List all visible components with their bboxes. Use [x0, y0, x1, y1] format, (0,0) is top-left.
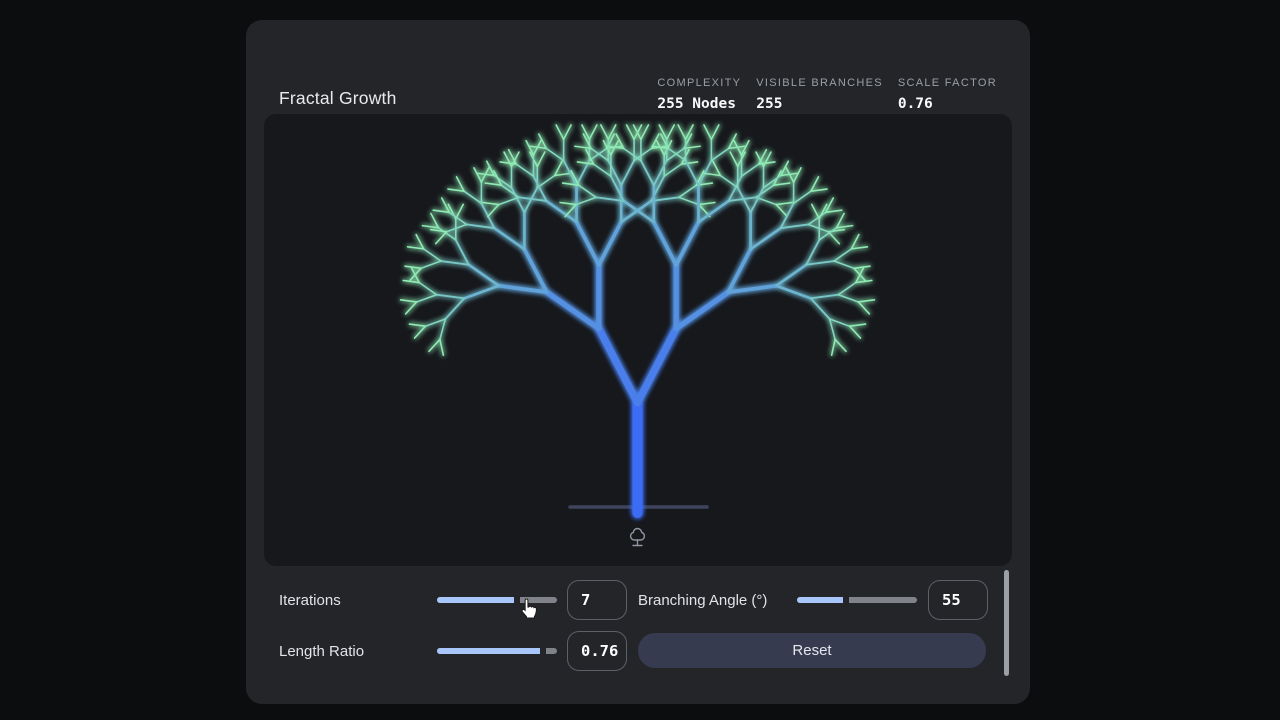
length-ratio-value-box[interactable]: 0.76	[567, 631, 627, 671]
scrollbar-thumb[interactable]	[1004, 570, 1009, 676]
iterations-label: Iterations	[279, 591, 341, 609]
tree-icon	[629, 527, 646, 547]
slider-thumb[interactable]	[843, 585, 850, 609]
controls-row-1: Iterations 7 Branching Angle (°) 55	[246, 580, 1030, 620]
stat-label: COMPLEXITY	[657, 77, 742, 89]
app-title: Fractal Growth	[279, 88, 397, 108]
stat-value: 255	[756, 96, 783, 112]
app-card: Fractal Growth COMPLEXITY 255 Nodes VISI…	[246, 20, 1030, 704]
slider-track-fill[interactable]	[437, 597, 518, 603]
branching-angle-slider[interactable]	[797, 580, 917, 620]
length-ratio-slider[interactable]	[437, 631, 557, 671]
desktop-background: Fractal Growth COMPLEXITY 255 Nodes VISI…	[0, 0, 1280, 720]
stat-complexity: COMPLEXITY 255 Nodes	[657, 77, 741, 112]
length-ratio-label: Length Ratio	[279, 642, 365, 660]
slider-thumb[interactable]	[514, 585, 521, 609]
branching-angle-label: Branching Angle (°)	[638, 591, 768, 609]
fractal-tree-svg	[399, 124, 876, 547]
stat-visible-branches: VISIBLE BRANCHES 255	[756, 77, 883, 112]
stat-label: SCALE FACTOR	[897, 77, 997, 89]
stat-value: 255 Nodes	[657, 96, 736, 112]
stat-value: 0.76	[897, 96, 933, 112]
iterations-value-box[interactable]: 7	[567, 580, 627, 620]
controls-row-2: Length Ratio 0.76 Reset	[246, 631, 1030, 671]
reset-button[interactable]: Reset	[638, 633, 986, 668]
branching-angle-value-box[interactable]: 55	[928, 580, 988, 620]
fractal-canvas	[264, 114, 1012, 566]
slider-track-fill[interactable]	[797, 597, 847, 603]
stats-bar: COMPLEXITY 255 Nodes VISIBLE BRANCHES 25…	[657, 77, 997, 112]
iterations-slider[interactable]	[437, 580, 557, 620]
slider-track-fill[interactable]	[437, 648, 543, 654]
stat-scale-factor: SCALE FACTOR 0.76	[898, 77, 997, 112]
stat-label: VISIBLE BRANCHES	[756, 77, 883, 89]
slider-thumb[interactable]	[539, 636, 546, 660]
fractal-tree	[399, 124, 876, 518]
